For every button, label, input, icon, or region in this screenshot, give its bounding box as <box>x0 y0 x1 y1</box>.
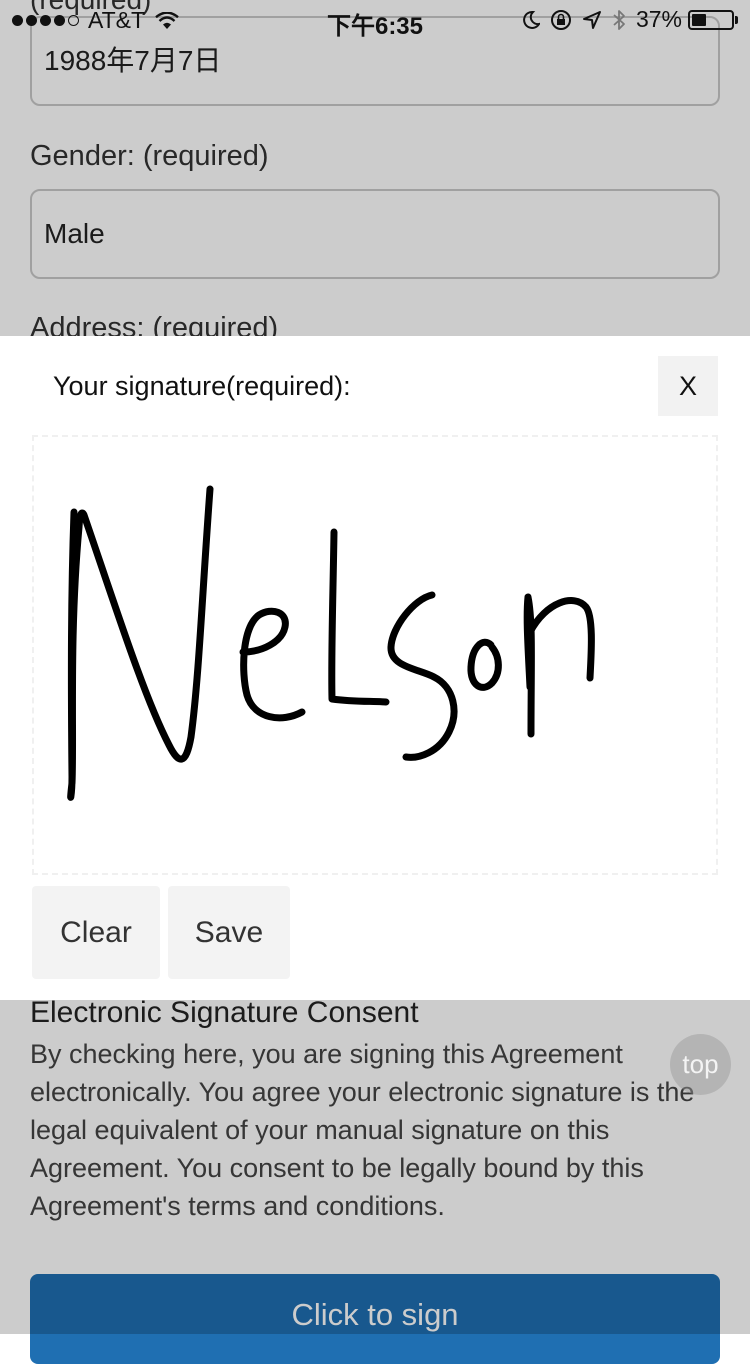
status-right: 37% <box>522 6 738 33</box>
battery-percent: 37% <box>635 6 682 32</box>
moon-icon <box>523 10 540 29</box>
signature-modal-title: Your signature(required): <box>53 371 351 401</box>
battery-tip <box>735 15 738 24</box>
save-button[interactable]: Save <box>168 886 290 979</box>
signature-modal: Your signature(required): X Clear Save <box>0 336 750 1000</box>
close-button[interactable]: X <box>658 356 718 416</box>
scroll-top-button[interactable]: top <box>670 1034 731 1095</box>
clear-button[interactable]: Clear <box>32 886 160 979</box>
location-arrow-icon <box>582 10 601 29</box>
signature-pad[interactable] <box>32 435 718 875</box>
battery-level <box>692 13 707 26</box>
signature-drawing <box>67 485 595 801</box>
rotation-lock-icon <box>550 9 571 30</box>
bluetooth-icon <box>613 9 625 30</box>
status-bar: AT&T 下午6:35 37% <box>0 0 750 40</box>
battery-icon <box>688 9 734 30</box>
